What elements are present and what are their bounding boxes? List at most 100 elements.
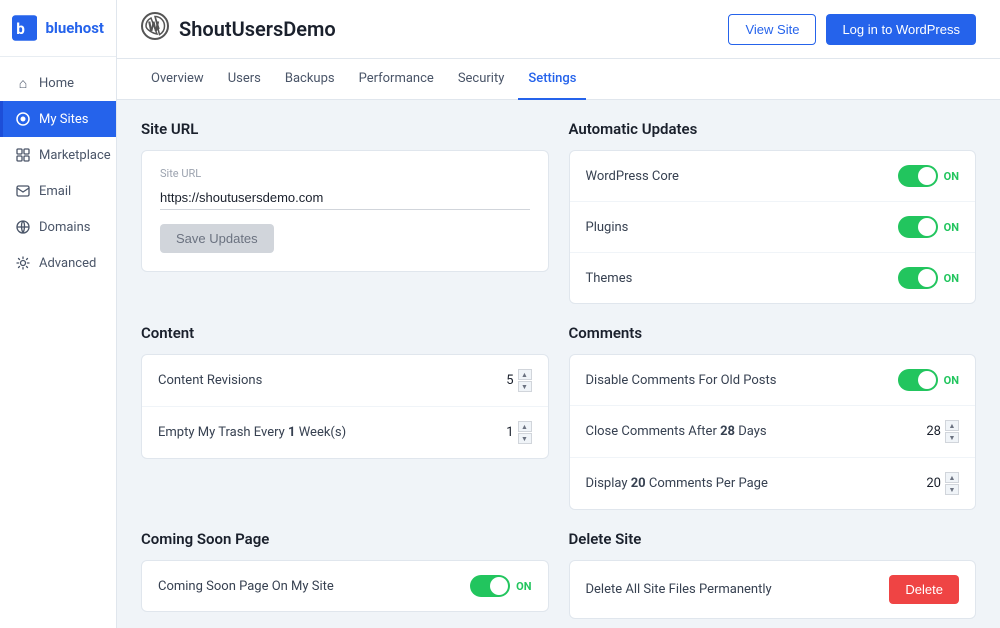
sidebar-item-marketplace[interactable]: Marketplace	[0, 137, 116, 173]
wordpress-icon: W	[141, 12, 169, 46]
my-sites-icon	[15, 111, 31, 127]
toggle-wp-core[interactable]	[898, 165, 938, 187]
spinner-row-close-comments: Close Comments After 28 Days 28 ▲ ▼	[570, 406, 976, 458]
empty-trash-arrows: ▲ ▼	[518, 421, 532, 444]
tab-settings[interactable]: Settings	[518, 59, 586, 100]
tab-backups[interactable]: Backups	[275, 59, 345, 100]
url-label: Site URL	[160, 167, 530, 180]
toggle-on-label-coming-soon: ON	[516, 580, 531, 593]
site-title: ShoutUsersDemo	[179, 17, 336, 41]
auto-updates-section: Automatic Updates WordPress Core ON Plug…	[569, 120, 977, 304]
display-comments-down[interactable]: ▼	[945, 484, 959, 495]
toggle-disable-comments[interactable]	[898, 369, 938, 391]
site-url-section: Site URL Site URL Save Updates	[141, 120, 549, 304]
sidebar-logo: b bluehost	[0, 0, 116, 57]
toggle-area-themes: ON	[898, 267, 959, 289]
tab-performance[interactable]: Performance	[349, 59, 444, 100]
toggle-area-coming-soon: ON	[470, 575, 531, 597]
sidebar-item-label: My Sites	[39, 112, 88, 127]
display-comments-label: Display 20 Comments Per Page	[586, 476, 768, 491]
close-comments-arrows: ▲ ▼	[945, 420, 959, 443]
content-revisions-label: Content Revisions	[158, 373, 262, 388]
toggle-on-label-disable-comments: ON	[944, 374, 959, 387]
main-content: W ShoutUsersDemo View Site Log in to Wor…	[117, 0, 1000, 628]
brand-name: bluehost	[45, 19, 104, 37]
view-site-button[interactable]: View Site	[728, 14, 816, 45]
gear-icon	[15, 255, 31, 271]
header-actions: View Site Log in to WordPress	[728, 14, 976, 45]
toggle-row-plugins: Plugins ON	[570, 202, 976, 253]
site-url-input[interactable]	[160, 186, 530, 210]
toggle-row-coming-soon: Coming Soon Page On My Site ON	[142, 561, 548, 611]
delete-site-section: Delete Site Delete All Site Files Perman…	[569, 530, 977, 619]
toggle-coming-soon[interactable]	[470, 575, 510, 597]
coming-soon-section: Coming Soon Page Coming Soon Page On My …	[141, 530, 549, 619]
comments-section: Comments Disable Comments For Old Posts …	[569, 324, 977, 510]
empty-trash-value: 1	[494, 425, 514, 440]
content-area: Site URL Site URL Save Updates Automatic…	[117, 100, 1000, 628]
close-comments-down[interactable]: ▼	[945, 432, 959, 443]
sidebar-item-label: Marketplace	[39, 148, 111, 163]
comments-card: Disable Comments For Old Posts ON Close …	[569, 354, 977, 510]
empty-trash-up[interactable]: ▲	[518, 421, 532, 432]
disable-comments-label: Disable Comments For Old Posts	[586, 373, 777, 388]
toggle-area-plugins: ON	[898, 216, 959, 238]
toggle-row-wp-core: WordPress Core ON	[570, 151, 976, 202]
content-revisions-up[interactable]: ▲	[518, 369, 532, 380]
sidebar-item-my-sites[interactable]: My Sites	[0, 101, 116, 137]
display-comments-value: 20	[921, 476, 941, 491]
empty-trash-down[interactable]: ▼	[518, 433, 532, 444]
login-wp-button[interactable]: Log in to WordPress	[826, 14, 976, 45]
delete-site-button[interactable]: Delete	[889, 575, 959, 604]
save-updates-button[interactable]: Save Updates	[160, 224, 274, 253]
close-comments-value: 28	[921, 424, 941, 439]
coming-soon-card: Coming Soon Page On My Site ON	[141, 560, 549, 612]
coming-soon-title: Coming Soon Page	[141, 530, 549, 548]
toggle-on-label-plugins: ON	[944, 221, 959, 234]
tab-users[interactable]: Users	[218, 59, 271, 100]
site-title-area: W ShoutUsersDemo	[141, 12, 336, 46]
toggle-area-wp-core: ON	[898, 165, 959, 187]
tab-overview[interactable]: Overview	[141, 59, 214, 100]
sidebar-item-label: Domains	[39, 220, 90, 235]
close-comments-up[interactable]: ▲	[945, 420, 959, 431]
email-icon	[15, 183, 31, 199]
domains-icon	[15, 219, 31, 235]
tabs-bar: Overview Users Backups Performance Secur…	[117, 59, 1000, 100]
tab-security[interactable]: Security	[448, 59, 515, 100]
sidebar-item-home[interactable]: ⌂ Home	[0, 65, 116, 101]
content-revisions-control: 5 ▲ ▼	[494, 369, 532, 392]
display-comments-up[interactable]: ▲	[945, 472, 959, 483]
comments-section-title: Comments	[569, 324, 977, 342]
svg-text:b: b	[16, 20, 25, 38]
spinner-row-empty-trash: Empty My Trash Every 1 Week(s) 1 ▲ ▼	[142, 407, 548, 458]
empty-trash-label: Empty My Trash Every 1 Week(s)	[158, 425, 346, 440]
url-card-inner: Site URL Save Updates	[142, 151, 548, 271]
empty-trash-control: 1 ▲ ▼	[494, 421, 532, 444]
bluehost-logo-icon: b	[12, 14, 37, 42]
content-revisions-arrows: ▲ ▼	[518, 369, 532, 392]
toggle-themes[interactable]	[898, 267, 938, 289]
close-comments-control: 28 ▲ ▼	[921, 420, 959, 443]
content-revisions-value: 5	[494, 373, 514, 388]
display-comments-arrows: ▲ ▼	[945, 472, 959, 495]
content-revisions-down[interactable]: ▼	[518, 381, 532, 392]
sidebar-item-label: Advanced	[39, 256, 96, 271]
toggle-row-label-wp-core: WordPress Core	[586, 169, 679, 184]
delete-site-card: Delete All Site Files Permanently Delete	[569, 560, 977, 619]
toggle-on-label-wp-core: ON	[944, 170, 959, 183]
toggle-area-disable-comments: ON	[898, 369, 959, 391]
sidebar-item-advanced[interactable]: Advanced	[0, 245, 116, 281]
toggle-on-label-themes: ON	[944, 272, 959, 285]
sidebar-nav: ⌂ Home My Sites Marketplace	[0, 57, 116, 289]
sidebar-item-label: Home	[39, 76, 74, 91]
toggle-row-label-plugins: Plugins	[586, 220, 629, 235]
close-comments-label: Close Comments After 28 Days	[586, 424, 767, 439]
sidebar-item-email[interactable]: Email	[0, 173, 116, 209]
home-icon: ⌂	[15, 75, 31, 91]
content-card: Content Revisions 5 ▲ ▼ Empty My Trash E…	[141, 354, 549, 459]
site-url-section-title: Site URL	[141, 120, 549, 138]
sidebar-item-domains[interactable]: Domains	[0, 209, 116, 245]
toggle-plugins[interactable]	[898, 216, 938, 238]
toggle-row-disable-comments: Disable Comments For Old Posts ON	[570, 355, 976, 406]
